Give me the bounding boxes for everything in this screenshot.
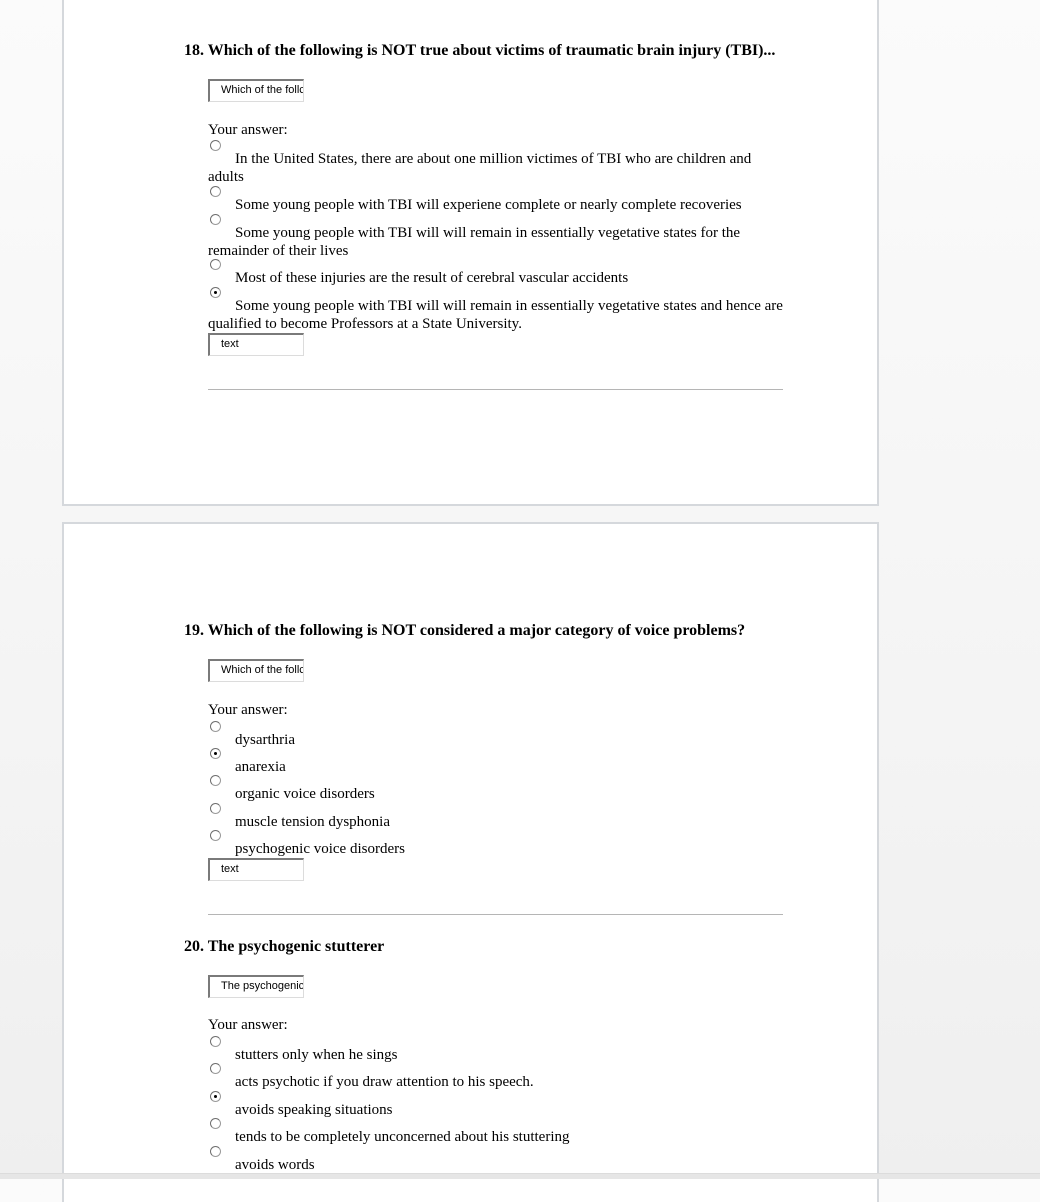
- answer-option[interactable]: psychogenic voice disorders: [208, 830, 788, 858]
- option-label: dysarthria: [235, 732, 295, 748]
- divider: [208, 914, 783, 915]
- option-label: avoids words: [235, 1157, 315, 1173]
- radio-button[interactable]: [210, 721, 221, 732]
- radio-button[interactable]: [210, 775, 221, 786]
- option-label: organic voice disorders: [235, 786, 375, 802]
- answer-option[interactable]: anarexia: [208, 748, 788, 776]
- radio-button[interactable]: [210, 1146, 221, 1157]
- radio-button[interactable]: [210, 1063, 221, 1074]
- option-label: Some young people with TBI will experien…: [235, 197, 742, 213]
- radio-button[interactable]: [210, 259, 221, 270]
- answer-option[interactable]: avoids words: [208, 1146, 788, 1174]
- answer-text-field[interactable]: text: [208, 858, 304, 881]
- radio-button[interactable]: [210, 186, 221, 197]
- answer-option[interactable]: acts psychotic if you draw attention to …: [208, 1063, 788, 1091]
- question-prompt-field[interactable]: Which of the follc: [208, 79, 304, 102]
- radio-button-selected[interactable]: [210, 1091, 221, 1102]
- answer-option[interactable]: avoids speaking situations: [208, 1091, 788, 1119]
- answer-option[interactable]: Some young people with TBI will experien…: [208, 186, 788, 214]
- question-prompt-field[interactable]: Which of the follc: [208, 659, 304, 682]
- answer-option[interactable]: dysarthria: [208, 721, 788, 749]
- option-label: anarexia: [235, 759, 286, 775]
- radio-button[interactable]: [210, 1118, 221, 1129]
- answer-option[interactable]: muscle tension dysphonia: [208, 803, 788, 831]
- option-label: Most of these injuries are the result of…: [235, 270, 629, 286]
- your-answer-label: Your answer:: [208, 1017, 288, 1033]
- option-label: muscle tension dysphonia: [235, 814, 390, 830]
- option-label: Some young people with TBI will will rem…: [208, 225, 741, 259]
- answer-option[interactable]: Some young people with TBI will will rem…: [208, 214, 788, 260]
- divider: [208, 389, 783, 390]
- radio-button-selected[interactable]: [210, 287, 221, 298]
- answer-option[interactable]: Some young people with TBI will will rem…: [208, 287, 788, 333]
- answer-option[interactable]: tends to be completely unconcerned about…: [208, 1118, 788, 1146]
- your-answer-label: Your answer:: [208, 122, 288, 138]
- option-label: tends to be completely unconcerned about…: [235, 1129, 570, 1145]
- option-label: stutters only when he sings: [235, 1047, 398, 1063]
- question-title: 18. Which of the following is NOT true a…: [184, 42, 776, 59]
- question-prompt-field[interactable]: The psychogenic: [208, 975, 304, 998]
- question-title: 20. The psychogenic stutterer: [184, 938, 385, 955]
- radio-button[interactable]: [210, 140, 221, 151]
- answer-option[interactable]: Most of these injuries are the result of…: [208, 259, 788, 287]
- answer-option[interactable]: In the United States, there are about on…: [208, 140, 788, 186]
- option-label: psychogenic voice disorders: [235, 841, 405, 857]
- radio-button[interactable]: [210, 1036, 221, 1047]
- question-title: 19. Which of the following is NOT consid…: [184, 622, 746, 639]
- answer-option[interactable]: organic voice disorders: [208, 775, 788, 803]
- radio-button[interactable]: [210, 214, 221, 225]
- option-label: In the United States, there are about on…: [208, 151, 752, 185]
- answer-option[interactable]: stutters only when he sings: [208, 1036, 788, 1064]
- your-answer-label: Your answer:: [208, 702, 288, 718]
- option-label: avoids speaking situations: [235, 1102, 393, 1118]
- radio-button-selected[interactable]: [210, 748, 221, 759]
- answer-text-field[interactable]: text: [208, 333, 304, 356]
- option-label: Some young people with TBI will will rem…: [208, 298, 783, 332]
- radio-button[interactable]: [210, 830, 221, 841]
- option-label: acts psychotic if you draw attention to …: [235, 1074, 534, 1090]
- radio-button[interactable]: [210, 803, 221, 814]
